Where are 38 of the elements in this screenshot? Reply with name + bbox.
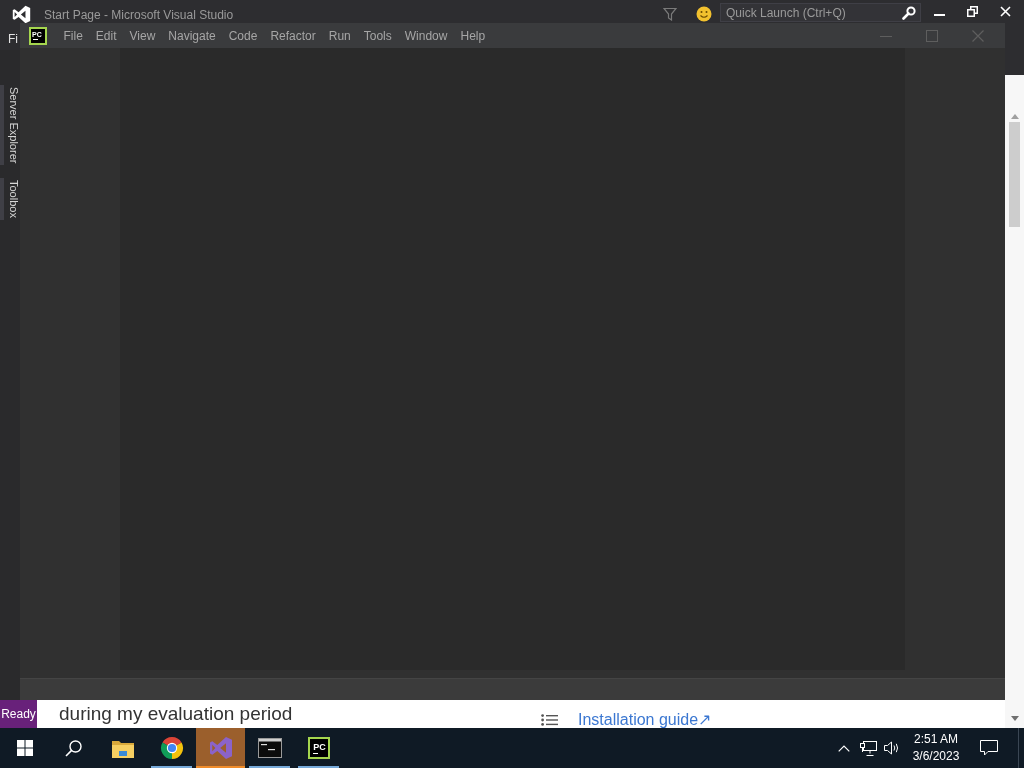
- search-icon[interactable]: [65, 739, 82, 757]
- menu-item[interactable]: Fi: [8, 32, 18, 46]
- menu-item[interactable]: Navigate: [161, 28, 223, 43]
- scrollbar-thumb[interactable]: [1009, 122, 1020, 227]
- folder-icon[interactable]: [111, 738, 134, 758]
- menu-item[interactable]: Run: [322, 28, 358, 43]
- filter-icon[interactable]: [663, 7, 677, 21]
- visual-studio-logo-icon: [12, 5, 31, 24]
- menu-item[interactable]: Refactor: [263, 28, 323, 43]
- pc-logo[interactable]: PC: [307, 737, 330, 759]
- restore-icon[interactable]: [967, 5, 978, 17]
- status-bar: Ready: [0, 700, 37, 728]
- menu-item[interactable]: Window: [398, 28, 454, 43]
- chevron-up-icon[interactable]: [838, 744, 850, 752]
- terminal-icon[interactable]: [257, 738, 282, 758]
- notification-icon[interactable]: [980, 740, 998, 756]
- network-icon[interactable]: [859, 740, 877, 756]
- windows-logo-icon[interactable]: [16, 740, 33, 756]
- smiley-icon[interactable]: [696, 6, 712, 22]
- quick-launch-field[interactable]: Quick Launch (Ctrl+Q): [720, 3, 921, 22]
- menu-item[interactable]: Help: [453, 28, 492, 43]
- body-text: during my evaluation period: [58, 703, 294, 725]
- scroll-down-icon[interactable]: [1010, 716, 1019, 721]
- volume-icon[interactable]: [884, 741, 900, 755]
- browser-logo-icon[interactable]: [159, 736, 184, 760]
- menu-item[interactable]: Edit: [89, 28, 124, 43]
- search-icon[interactable]: [902, 5, 916, 20]
- menu-item[interactable]: File: [57, 28, 90, 43]
- taskbar-button[interactable]: PC: [294, 728, 343, 768]
- link[interactable]: Installation guide↗: [578, 711, 712, 728]
- menu-item[interactable]: Tools: [357, 28, 399, 43]
- window-title: Start Page - Microsoft Visual Studio: [44, 8, 234, 22]
- clock-date[interactable]: 3/6/2023: [908, 748, 964, 765]
- clock-time[interactable]: 2:51 AM: [908, 731, 964, 748]
- scrollbar[interactable]: [1005, 75, 1024, 728]
- menu-item[interactable]: Code: [222, 28, 264, 43]
- menu-item[interactable]: View: [123, 28, 162, 43]
- list-icon: [541, 713, 558, 726]
